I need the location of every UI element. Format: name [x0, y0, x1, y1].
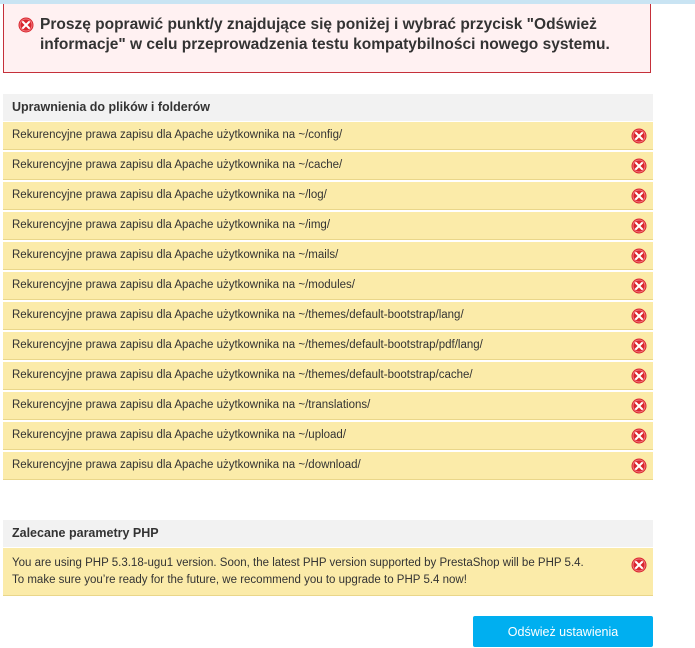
php-section-title: Zalecane parametry PHP — [3, 520, 653, 547]
error-icon — [631, 188, 647, 204]
permission-label: Rekurencyjne prawa zapisu dla Apache uży… — [12, 249, 339, 261]
error-icon — [631, 458, 647, 474]
permission-label: Rekurencyjne prawa zapisu dla Apache uży… — [12, 159, 343, 171]
permission-label: Rekurencyjne prawa zapisu dla Apache uży… — [12, 369, 473, 381]
permission-row: Rekurencyjne prawa zapisu dla Apache uży… — [3, 152, 653, 180]
error-icon — [18, 17, 34, 33]
permission-label: Rekurencyjne prawa zapisu dla Apache uży… — [12, 189, 327, 201]
permission-row: Rekurencyjne prawa zapisu dla Apache uży… — [3, 362, 653, 390]
permission-row: Rekurencyjne prawa zapisu dla Apache uży… — [3, 332, 653, 360]
error-icon — [631, 278, 647, 294]
permission-label: Rekurencyjne prawa zapisu dla Apache uży… — [12, 279, 355, 291]
error-icon — [631, 158, 647, 174]
permission-row: Rekurencyjne prawa zapisu dla Apache uży… — [3, 122, 653, 150]
permission-row: Rekurencyjne prawa zapisu dla Apache uży… — [3, 452, 653, 480]
error-icon — [631, 398, 647, 414]
permissions-list: Rekurencyjne prawa zapisu dla Apache uży… — [3, 122, 653, 482]
permission-row: Rekurencyjne prawa zapisu dla Apache uży… — [3, 212, 653, 240]
permission-label: Rekurencyjne prawa zapisu dla Apache uży… — [12, 339, 483, 351]
php-warning-row: You are using PHP 5.3.18-ugu1 version. S… — [3, 548, 653, 596]
permission-label: Rekurencyjne prawa zapisu dla Apache uży… — [12, 429, 347, 441]
permission-label: Rekurencyjne prawa zapisu dla Apache uży… — [12, 399, 371, 411]
error-alert: Proszę poprawić punkt/y znajdujące się p… — [3, 4, 651, 73]
error-icon — [631, 338, 647, 354]
error-icon — [631, 218, 647, 234]
error-icon — [631, 428, 647, 444]
permission-label: Rekurencyjne prawa zapisu dla Apache uży… — [12, 219, 331, 231]
permission-row: Rekurencyjne prawa zapisu dla Apache uży… — [3, 392, 653, 420]
alert-message: Proszę poprawić punkt/y znajdujące się p… — [40, 16, 610, 53]
error-icon — [631, 248, 647, 264]
permissions-section-title: Uprawnienia do plików i folderów — [3, 94, 653, 121]
permission-label: Rekurencyjne prawa zapisu dla Apache uży… — [12, 129, 343, 141]
permission-row: Rekurencyjne prawa zapisu dla Apache uży… — [3, 182, 653, 210]
permission-row: Rekurencyjne prawa zapisu dla Apache uży… — [3, 242, 653, 270]
error-icon — [631, 368, 647, 384]
permission-row: Rekurencyjne prawa zapisu dla Apache uży… — [3, 272, 653, 300]
php-warning-line-1: You are using PHP 5.3.18-ugu1 version. S… — [12, 557, 584, 569]
php-warning-text: You are using PHP 5.3.18-ugu1 version. S… — [12, 555, 622, 589]
refresh-settings-button[interactable]: Odśwież ustawienia — [473, 616, 653, 647]
permission-row: Rekurencyjne prawa zapisu dla Apache uży… — [3, 302, 653, 330]
error-icon — [631, 308, 647, 324]
error-icon — [631, 128, 647, 144]
permission-row: Rekurencyjne prawa zapisu dla Apache uży… — [3, 422, 653, 450]
php-warning-line-2: To make sure you’re ready for the future… — [12, 574, 467, 586]
error-icon — [631, 557, 647, 573]
permission-label: Rekurencyjne prawa zapisu dla Apache uży… — [12, 459, 361, 471]
permission-label: Rekurencyjne prawa zapisu dla Apache uży… — [12, 309, 464, 321]
